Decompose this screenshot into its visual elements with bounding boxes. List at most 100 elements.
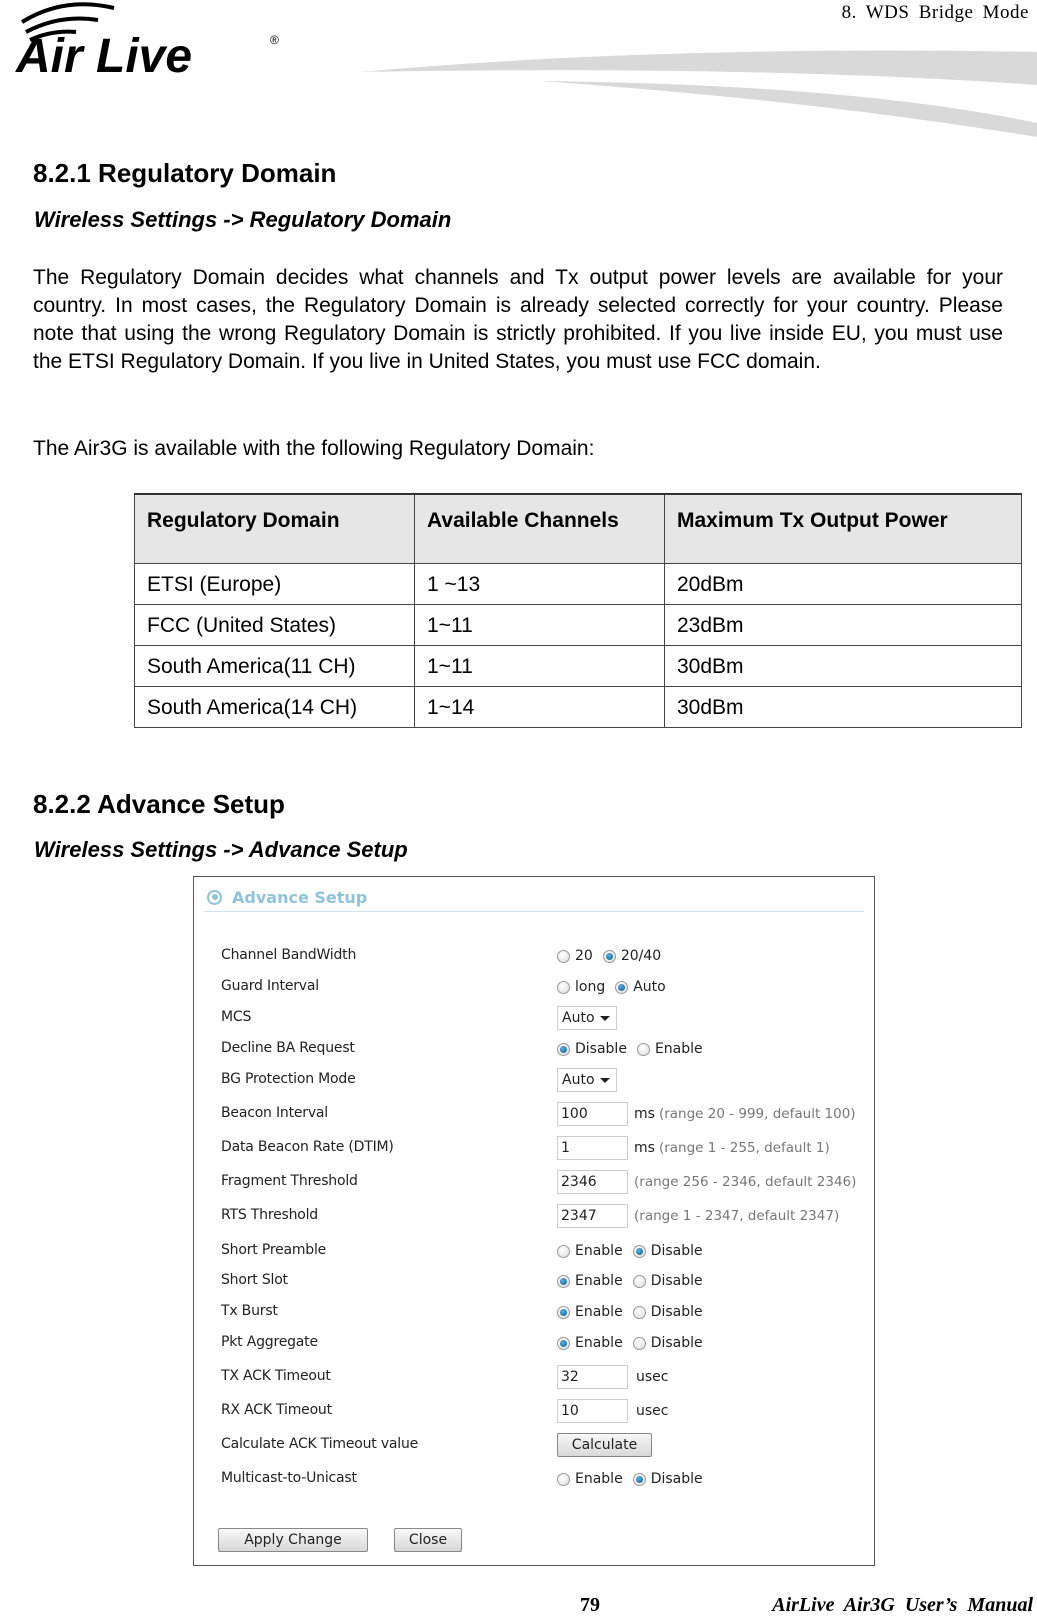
calculate-button[interactable]: Calculate: [557, 1433, 652, 1457]
page-number: 79: [580, 1594, 600, 1616]
decorative-swoosh: [360, 50, 1037, 137]
registered-mark: ®: [270, 33, 279, 47]
beacon-interval-input[interactable]: [557, 1102, 628, 1126]
rts-threshold-input[interactable]: [557, 1204, 628, 1228]
radio-on-icon: [557, 1274, 570, 1288]
field-label: Beacon Interval: [221, 1105, 328, 1121]
field-label: Short Slot: [221, 1272, 288, 1288]
chapter-header: 8. WDS Bridge Mode: [841, 2, 1029, 23]
range-hint: (range 1 - 2347, default 2347): [634, 1208, 840, 1224]
row-channel-bandwidth: Channel BandWidth 20 20/40: [194, 943, 874, 969]
radio-multicast-enable[interactable]: Enable: [557, 1471, 623, 1487]
column-header: Maximum Tx Output Power: [664, 493, 1022, 564]
table-cell: 1~11: [414, 645, 665, 687]
regulatory-domain-description: The Regulatory Domain decides what chann…: [33, 266, 1003, 373]
apply-change-button[interactable]: Apply Change: [218, 1528, 368, 1552]
radio-pkt-aggregate-enable[interactable]: Enable: [557, 1335, 623, 1351]
radio-off-icon: [636, 1042, 650, 1056]
radio-short-preamble-disable[interactable]: Disable: [632, 1243, 703, 1259]
range-hint: (range 1 - 255, default 1): [658, 1140, 830, 1156]
field-label: MCS: [221, 1009, 252, 1025]
radio-off-icon: [632, 1336, 646, 1350]
radio-bandwidth-20-40[interactable]: 20/40: [602, 948, 661, 964]
field-label: Fragment Threshold: [221, 1173, 358, 1189]
row-rts-threshold: RTS Threshold (range 1 - 2347, default 2…: [194, 1203, 874, 1229]
radio-decline-ba-enable[interactable]: Enable: [636, 1041, 703, 1057]
field-label: Channel BandWidth: [221, 947, 357, 963]
table-cell: 30dBm: [664, 645, 1022, 687]
field-label: RX ACK Timeout: [221, 1402, 332, 1418]
logo-text: Air Live: [15, 30, 192, 82]
row-guard-interval: Guard Interval long Auto: [194, 974, 874, 1000]
radio-bandwidth-20[interactable]: 20: [557, 948, 593, 964]
section-title-advance-setup: 8.2.2 Advance Setup: [33, 789, 285, 819]
row-fragment-threshold: Fragment Threshold (range 256 - 2346, de…: [194, 1169, 874, 1195]
field-label: RTS Threshold: [221, 1207, 318, 1223]
breadcrumb-regulatory-domain: Wireless Settings -> Regulatory Domain: [34, 207, 452, 232]
radio-pkt-aggregate-disable[interactable]: Disable: [632, 1335, 703, 1351]
table-row: South America(11 CH) 1~11 30dBm: [134, 645, 1022, 687]
tx-ack-timeout-input[interactable]: [557, 1365, 628, 1389]
unit-label: ms: [634, 1140, 655, 1156]
row-calculate-ack-timeout: Calculate ACK Timeout value Calculate: [194, 1432, 874, 1458]
radio-tx-burst-disable[interactable]: Disable: [632, 1304, 703, 1320]
regulatory-domain-table: Regulatory Domain Available Channels Max…: [134, 493, 1022, 728]
table-cell: 23dBm: [664, 604, 1022, 646]
row-tx-burst: Tx Burst Enable Disable: [194, 1299, 874, 1325]
radio-decline-ba-disable[interactable]: Disable: [557, 1041, 627, 1057]
field-label: Multicast-to-Unicast: [221, 1470, 357, 1486]
close-button[interactable]: Close: [394, 1528, 462, 1552]
radio-on-icon: [632, 1472, 646, 1486]
row-short-preamble: Short Preamble Enable Disable: [194, 1238, 874, 1264]
table-row: FCC (United States) 1~11 23dBm: [134, 604, 1022, 646]
table-cell: South America(14 CH): [134, 686, 415, 728]
radio-guard-auto[interactable]: Auto: [615, 979, 666, 995]
field-label: Calculate ACK Timeout value: [221, 1436, 419, 1452]
rx-ack-timeout-input[interactable]: [557, 1399, 628, 1423]
mcs-select[interactable]: Auto: [557, 1006, 617, 1030]
row-mcs: MCS Auto: [194, 1005, 874, 1031]
table-row: ETSI (Europe) 1 ~13 20dBm: [134, 563, 1022, 605]
radio-guard-long[interactable]: long: [557, 979, 605, 995]
table-cell: 1~14: [414, 686, 665, 728]
panel-title: Advance Setup: [232, 887, 368, 907]
radio-tx-burst-enable[interactable]: Enable: [557, 1304, 623, 1320]
row-multicast-to-unicast: Multicast-to-Unicast Enable Disable: [194, 1466, 874, 1492]
dropdown-caret-icon: [600, 1077, 610, 1083]
field-label: BG Protection Mode: [221, 1071, 356, 1087]
radio-off-icon: [632, 1274, 646, 1288]
radio-off-icon: [557, 980, 570, 994]
radio-short-preamble-enable[interactable]: Enable: [557, 1243, 623, 1259]
airlive-logo: Air Live ®: [15, 2, 279, 82]
dtim-input[interactable]: [557, 1136, 628, 1160]
fragment-threshold-input[interactable]: [557, 1170, 628, 1194]
row-decline-ba-request: Decline BA Request Disable Enable: [194, 1036, 874, 1062]
column-header: Regulatory Domain: [134, 493, 415, 564]
field-label: Tx Burst: [221, 1303, 278, 1319]
table-cell: ETSI (Europe): [134, 563, 415, 605]
breadcrumb-advance-setup: Wireless Settings -> Advance Setup: [34, 837, 408, 862]
unit-label: usec: [636, 1369, 669, 1385]
radio-on-icon: [557, 1336, 570, 1350]
field-label: Data Beacon Rate (DTIM): [221, 1139, 394, 1155]
row-pkt-aggregate: Pkt Aggregate Enable Disable: [194, 1330, 874, 1356]
radio-multicast-disable[interactable]: Disable: [632, 1471, 703, 1487]
radio-on-icon: [615, 980, 629, 994]
radio-short-slot-enable[interactable]: Enable: [557, 1273, 623, 1289]
regulatory-domain-intro: The Air3G is available with the followin…: [33, 437, 595, 460]
range-hint: (range 256 - 2346, default 2346): [634, 1174, 857, 1190]
bg-protection-select[interactable]: Auto: [557, 1068, 617, 1092]
table-cell: South America(11 CH): [134, 645, 415, 687]
radio-short-slot-disable[interactable]: Disable: [632, 1273, 703, 1289]
column-header: Available Channels: [414, 493, 665, 564]
row-bg-protection-mode: BG Protection Mode Auto: [194, 1067, 874, 1093]
table-cell: FCC (United States): [134, 604, 415, 646]
section-title-regulatory-domain: 8.2.1 Regulatory Domain: [33, 158, 337, 188]
dropdown-caret-icon: [600, 1015, 610, 1021]
table-row: South America(14 CH) 1~14 30dBm: [134, 686, 1022, 728]
table-cell: 30dBm: [664, 686, 1022, 728]
field-label: Pkt Aggregate: [221, 1334, 318, 1350]
radio-on-icon: [557, 1305, 570, 1319]
field-label: Decline BA Request: [221, 1040, 355, 1056]
table-cell: 1 ~13: [414, 563, 665, 605]
